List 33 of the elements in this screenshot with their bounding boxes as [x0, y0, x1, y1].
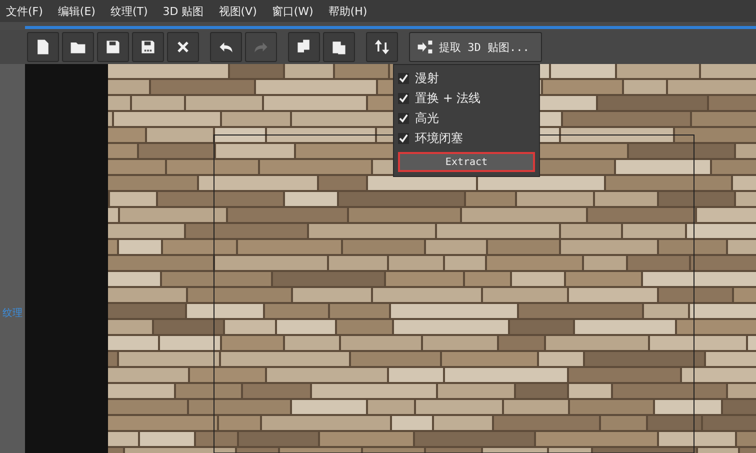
toolbar-button[interactable] [97, 32, 129, 62]
option-label[interactable]: 置换 + 法线 [415, 90, 481, 106]
extract-button[interactable]: Extract [398, 152, 535, 172]
toolbar-button[interactable] [62, 32, 94, 62]
toolbar-button[interactable] [323, 32, 355, 62]
checkmark-icon [399, 94, 408, 102]
menu-item[interactable]: 文件(F) [6, 4, 43, 18]
option-label[interactable]: 漫射 [415, 70, 439, 86]
extract-maps-button[interactable]: 提取 3D 贴图... [409, 32, 542, 62]
menu-item[interactable]: 纹理(T) [110, 4, 148, 18]
option-label[interactable]: 高光 [415, 110, 439, 126]
menu-item[interactable]: 窗口(W) [272, 4, 314, 18]
toolbar-button[interactable] [210, 32, 242, 62]
swap-arrows-icon [373, 38, 391, 56]
toolbar-button[interactable] [167, 32, 199, 62]
toolbar-button[interactable] [288, 32, 320, 62]
checkbox[interactable] [398, 92, 409, 104]
checkbox[interactable] [398, 132, 409, 144]
floppy-disk-dots-icon [139, 38, 157, 56]
toolbar-button[interactable] [366, 32, 398, 62]
checkmark-icon [399, 114, 408, 122]
menu-item[interactable]: 3D 贴图 [162, 4, 204, 18]
checkbox[interactable] [398, 112, 409, 124]
option-label[interactable]: 环境闭塞 [415, 130, 463, 146]
toolbar-button[interactable] [27, 32, 59, 62]
toolbar-button[interactable] [132, 32, 164, 62]
checkmark-icon [399, 74, 408, 82]
menu-item[interactable]: 编辑(E) [58, 4, 96, 18]
menu-item[interactable]: 帮助(H) [328, 4, 368, 18]
checkmark-icon [399, 134, 408, 142]
checkbox[interactable] [398, 72, 409, 84]
arrow-into-blocks-icon [416, 39, 434, 55]
menu-item[interactable]: 视图(V) [218, 4, 257, 18]
